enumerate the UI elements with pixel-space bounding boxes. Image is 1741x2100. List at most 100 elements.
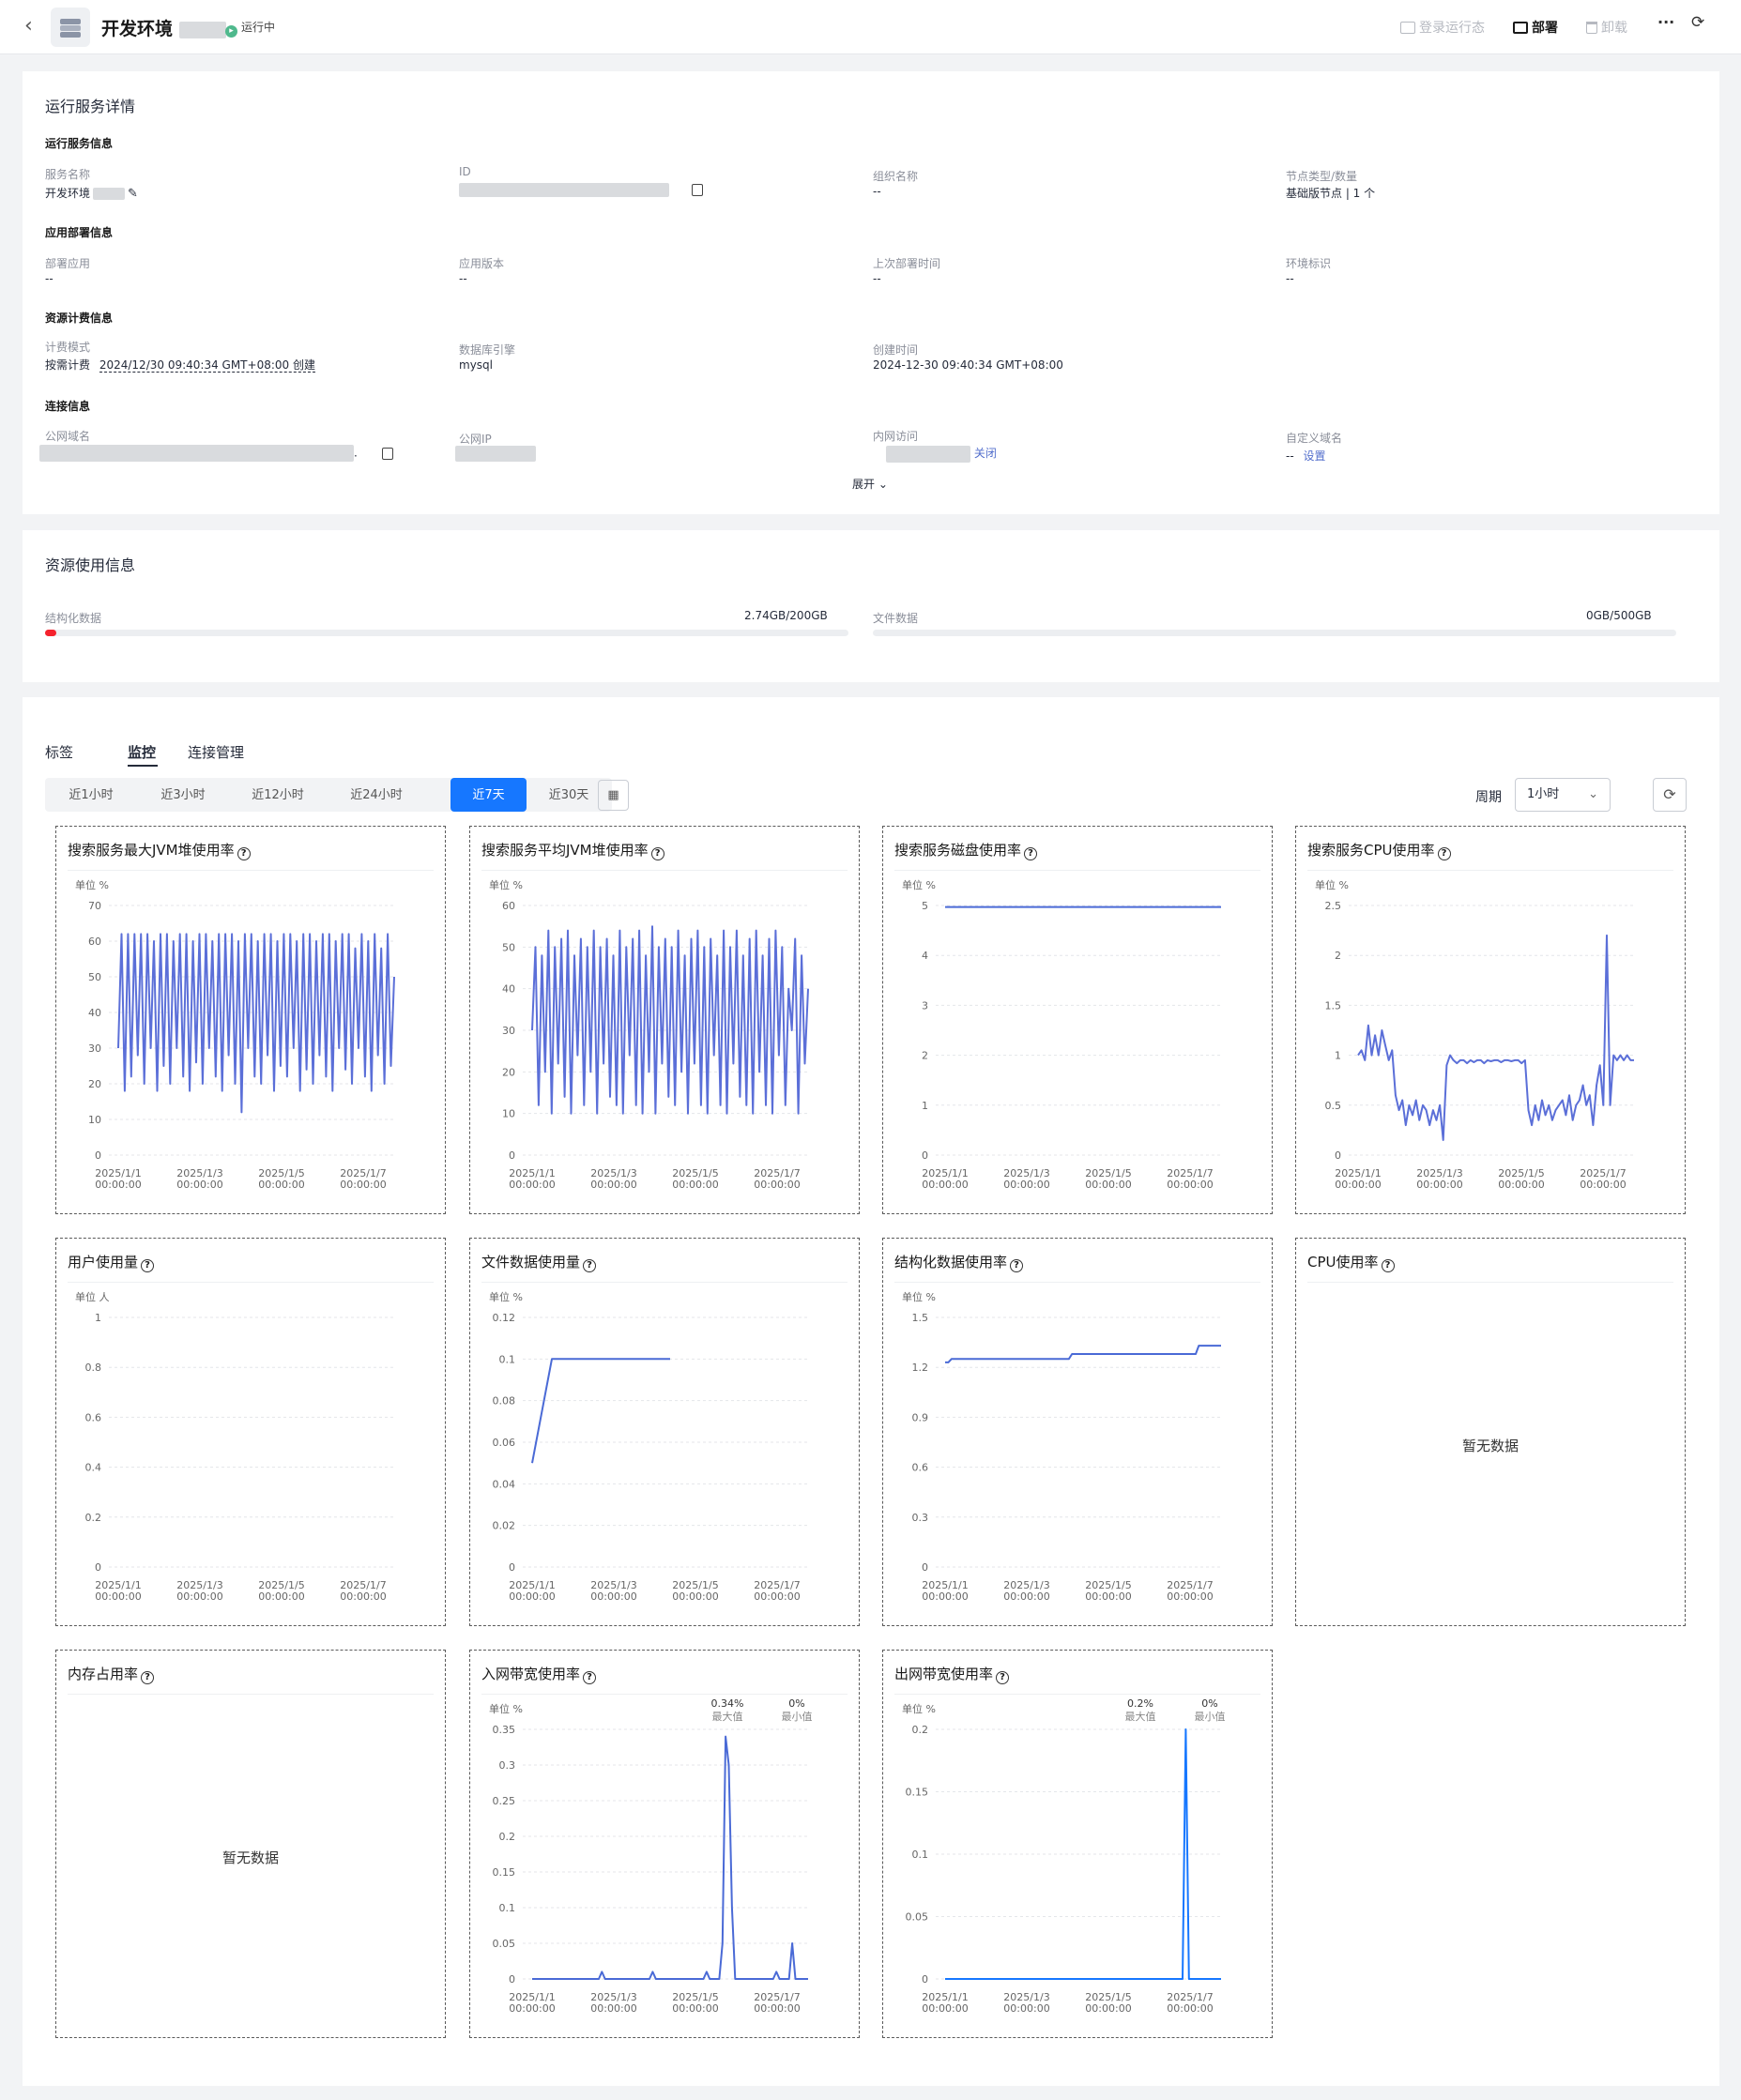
login-state-button[interactable]: 登录运行态 — [1400, 18, 1485, 37]
y-tick-label: 0.6 — [912, 1462, 929, 1474]
y-tick-label: 0 — [95, 1149, 101, 1162]
field-label: 节点类型/数量 — [1286, 170, 1358, 183]
field-label: 上次部署时间 — [873, 257, 941, 270]
x-tick-time-label: 00:00:00 — [1498, 1179, 1544, 1191]
intranet-close-link[interactable]: 关闭 — [974, 447, 997, 460]
field-value: 2024-12-30 09:40:34 GMT+08:00 — [873, 358, 1063, 372]
copy-icon[interactable] — [692, 184, 703, 196]
y-tick-label: 30 — [502, 1025, 515, 1037]
y-tick-label: 2 — [922, 1050, 928, 1062]
chart-card-users: 用户使用量? 单位 人 0 0.2 0.4 0.6 0.8 1 2025/1/1 00:00:00… — [55, 1238, 446, 1626]
x-tick-time-label: 00:00:00 — [1003, 1590, 1049, 1603]
x-tick-time-label: 00:00:00 — [1085, 1179, 1131, 1191]
divider — [68, 1694, 434, 1695]
y-tick-label: 1.5 — [912, 1312, 929, 1324]
y-tick-label: 1.5 — [1325, 999, 1342, 1012]
y-tick-label: 60 — [502, 900, 515, 912]
y-tick-label: 0.2 — [912, 1724, 929, 1736]
x-tick-time-label: 00:00:00 — [1167, 2002, 1213, 2015]
chart-title-text: 内存占用率 — [68, 1666, 139, 1682]
chevron-left-icon[interactable]: ‹ — [24, 16, 33, 37]
y-tick-label: 0.15 — [906, 1787, 929, 1799]
range-1h[interactable]: 近1小时 — [45, 778, 137, 812]
y-tick-label: 0 — [509, 1149, 515, 1162]
tab-monitor[interactable]: 监控 — [128, 742, 156, 762]
y-tick-label: 0.1 — [499, 1353, 516, 1365]
more-button[interactable]: ··· — [1657, 13, 1674, 31]
service-name-value: 开发环境 ✎ — [45, 187, 138, 201]
y-tick-label: 0.15 — [493, 1866, 516, 1879]
x-tick-time-label: 00:00:00 — [672, 1590, 718, 1603]
y-tick-label: 20 — [88, 1078, 101, 1090]
chart-unit-label: 单位 % — [902, 878, 936, 891]
series-line — [117, 933, 395, 1114]
y-tick-label: 0.8 — [85, 1362, 102, 1374]
x-tick-time-label: 00:00:00 — [509, 2002, 555, 2015]
range-24h[interactable]: 近24小时 — [327, 778, 426, 812]
y-tick-label: 0.06 — [493, 1437, 516, 1449]
range-3h[interactable]: 近3小时 — [137, 778, 229, 812]
custom-domain-set-link[interactable]: 设置 — [1304, 449, 1326, 463]
y-tick-label: 0 — [922, 1149, 928, 1162]
field-label: 公网域名 — [45, 430, 91, 443]
id-value — [459, 183, 703, 197]
x-tick-time-label: 00:00:00 — [590, 1179, 636, 1191]
x-tick-time-label: 00:00:00 — [754, 1590, 800, 1603]
copy-icon[interactable] — [381, 447, 393, 460]
x-tick-time-label: 00:00:00 — [1335, 1179, 1381, 1191]
chart-card-jvm_max: 搜索服务最大JVM堆使用率? 单位 % 0 10 20 30 40 50 60 70 2025/1/… — [55, 826, 446, 1214]
tab-tags[interactable]: 标签 — [45, 742, 73, 762]
edit-icon[interactable]: ✎ — [128, 187, 138, 201]
uninstall-button[interactable]: 卸载 — [1586, 18, 1627, 37]
chart-title-text: CPU使用率 — [1307, 1254, 1379, 1271]
active-tab-indicator — [128, 765, 158, 767]
refresh-icon[interactable]: ⟳ — [1653, 778, 1687, 812]
expand-button[interactable]: 展开 ⌄ — [852, 476, 888, 492]
x-tick-time-label: 00:00:00 — [922, 1179, 968, 1191]
x-tick-time-label: 00:00:00 — [1085, 2002, 1131, 2015]
y-tick-label: 70 — [88, 900, 101, 912]
deploy-button[interactable]: 部署 — [1513, 18, 1558, 37]
y-tick-label: 0 — [922, 1973, 928, 1986]
y-tick-label: 0.12 — [493, 1312, 516, 1324]
field-value: mysql — [459, 358, 493, 372]
calendar-icon[interactable]: ▦ — [598, 780, 629, 811]
field-label: 环境标识 — [1286, 257, 1332, 270]
x-tick-time-label: 00:00:00 — [754, 2002, 800, 2015]
file-usage-bar — [873, 630, 1676, 636]
field-label: 公网IP — [459, 433, 492, 446]
y-tick-label: 0.02 — [493, 1520, 516, 1532]
series-line — [531, 1358, 670, 1464]
range-7d[interactable]: 近7天 — [451, 778, 527, 812]
billing-created-time[interactable]: 2024/12/30 09:40:34 GMT+08:00 创建 — [99, 358, 315, 373]
billing-mode-value: 按需计费 2024/12/30 09:40:34 GMT+08:00 创建 — [45, 358, 315, 373]
x-tick-time-label: 00:00:00 — [176, 1590, 222, 1603]
trash-icon — [1586, 22, 1597, 34]
y-tick-label: 40 — [88, 1007, 101, 1019]
section-title: 连接信息 — [45, 400, 91, 413]
y-tick-label: 30 — [88, 1042, 101, 1055]
chart-card-jvm_avg: 搜索服务平均JVM堆使用率? 单位 % 0 10 20 30 40 50 60 2025/1/1 0… — [469, 826, 860, 1214]
x-tick-time-label: 00:00:00 — [176, 1179, 222, 1191]
period-select[interactable]: 1小时 ⌄ — [1515, 778, 1611, 812]
y-tick-label: 0.04 — [493, 1478, 516, 1490]
help-icon[interactable]: ? — [1381, 1259, 1395, 1272]
range-12h[interactable]: 近12小时 — [229, 778, 327, 812]
field-label: 数据库引擎 — [459, 343, 516, 357]
chart-unit-label: 单位 % — [489, 1290, 523, 1303]
y-tick-label: 2 — [1335, 950, 1341, 962]
y-tick-label: 60 — [88, 936, 101, 948]
x-tick-time-label: 00:00:00 — [258, 1590, 304, 1603]
max-value: 0.34% — [711, 1697, 744, 1710]
x-tick-time-label: 00:00:00 — [672, 2002, 718, 2015]
x-tick-time-label: 00:00:00 — [258, 1179, 304, 1191]
help-icon[interactable]: ? — [141, 1671, 155, 1684]
chart-plot: 单位 %00.511.522.52025/1/100:00:002025/1/3… — [1315, 878, 1634, 1191]
x-tick-time-label: 00:00:00 — [1003, 2002, 1049, 2015]
chart-plot: 单位 %00.020.040.060.080.10.122025/1/100:0… — [489, 1290, 808, 1603]
min-value: 0% — [1201, 1697, 1217, 1710]
tab-connection-manage[interactable]: 连接管理 — [188, 742, 244, 762]
refresh-icon[interactable]: ⟳ — [1691, 13, 1704, 32]
y-tick-label: 0.05 — [493, 1938, 516, 1950]
usage-label: 结构化数据 — [45, 612, 102, 625]
